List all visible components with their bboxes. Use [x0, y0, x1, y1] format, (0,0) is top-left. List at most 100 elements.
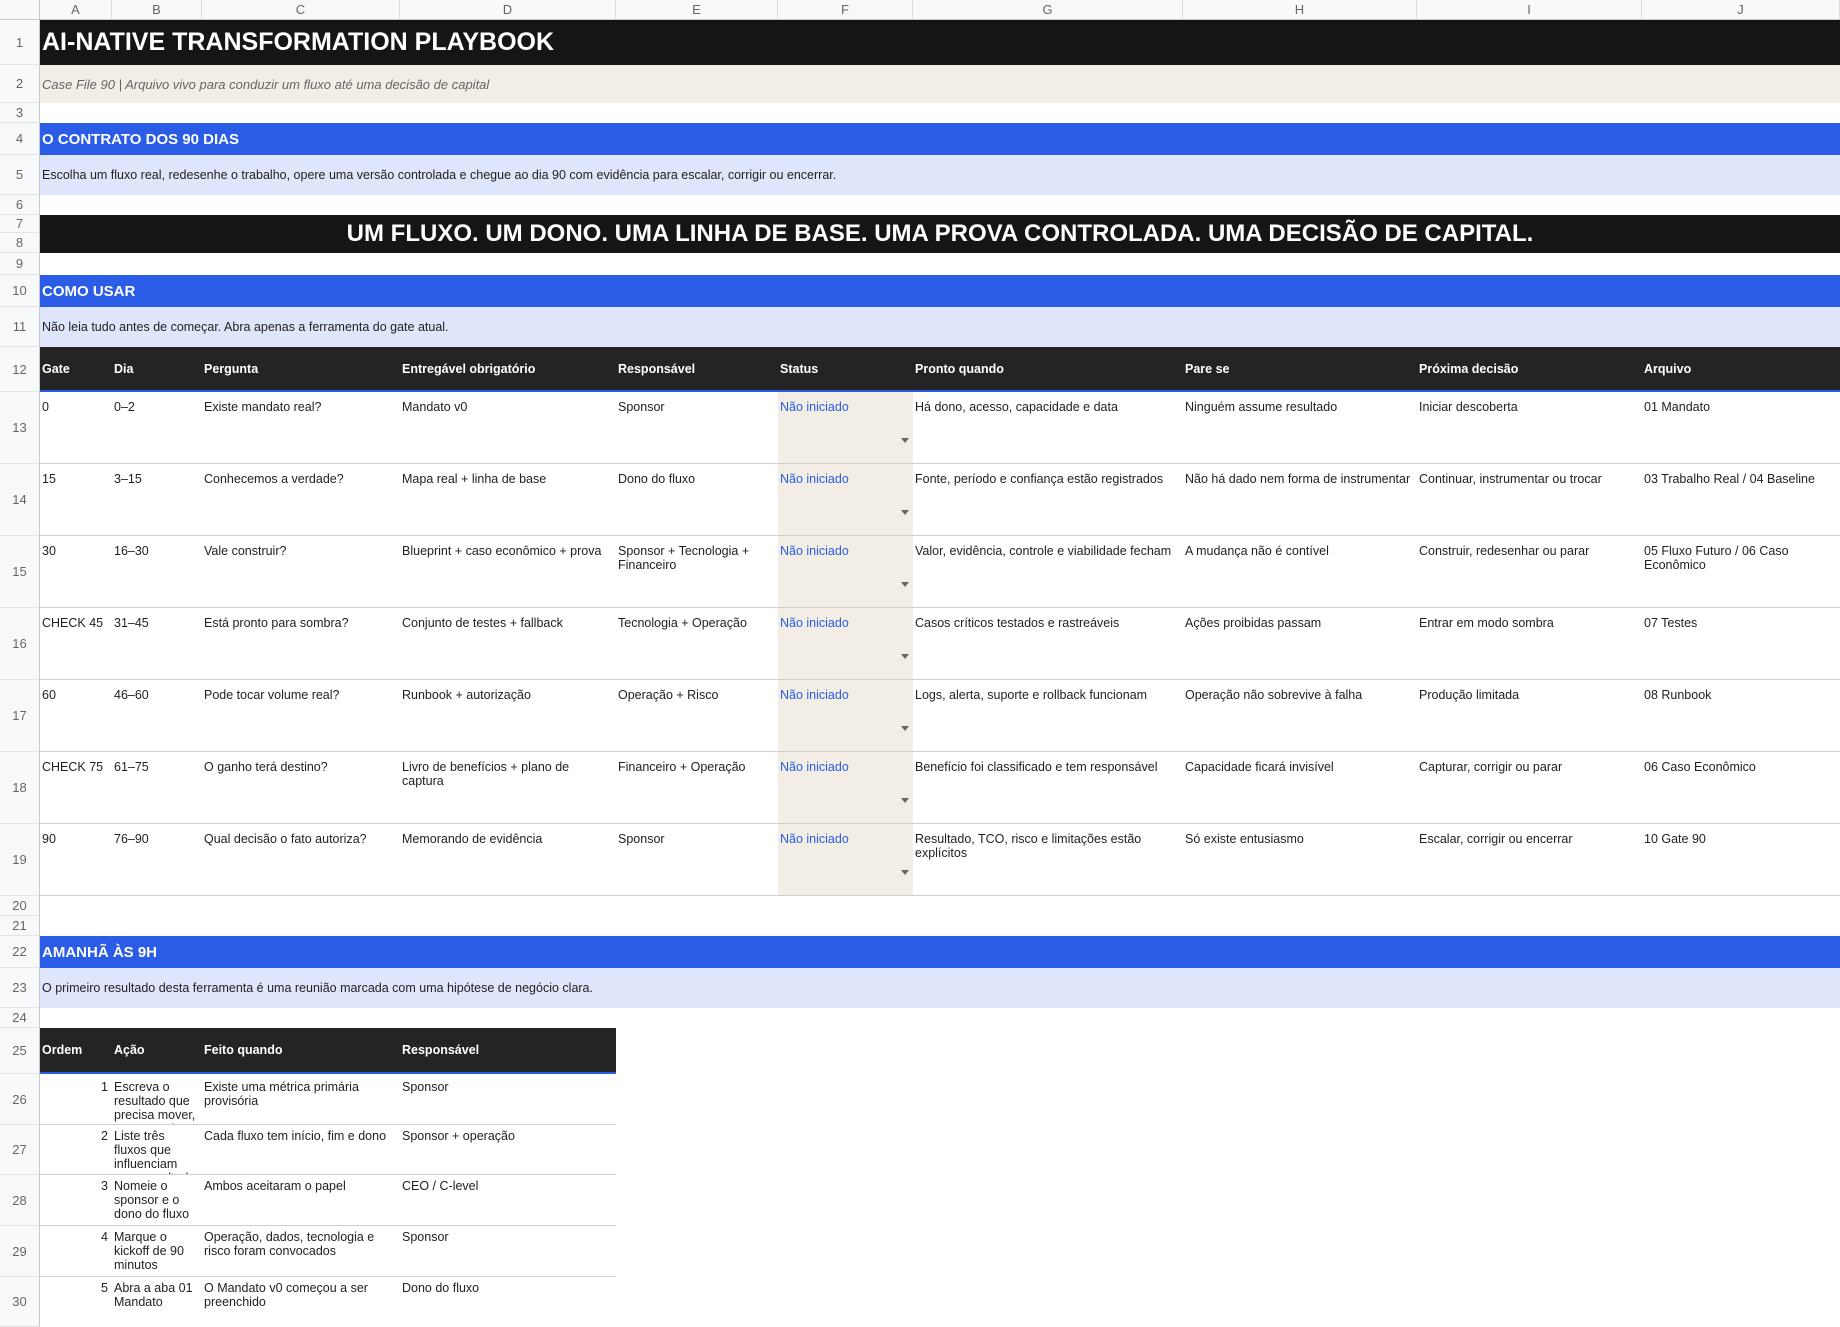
row-header-17[interactable]: 17	[0, 680, 40, 752]
row-header-30[interactable]: 30	[0, 1277, 40, 1327]
dropdown-caret-icon[interactable]	[901, 798, 909, 803]
cell-feito-quando[interactable]: Operação, dados, tecnologia e risco fora…	[202, 1226, 400, 1276]
row-header-28[interactable]: 28	[0, 1175, 40, 1226]
cell-pare-se[interactable]: Operação não sobrevive à falha	[1183, 680, 1417, 751]
status-dropdown[interactable]: Não iniciado	[778, 824, 913, 895]
banner-statement[interactable]: UM FLUXO. UM DONO. UMA LINHA DE BASE. UM…	[40, 215, 1840, 253]
cell-pronto-quando[interactable]: Benefício foi classificado e tem respons…	[913, 752, 1183, 823]
status-dropdown[interactable]: Não iniciado	[778, 392, 913, 463]
cell-entregavel[interactable]: Mapa real + linha de base	[400, 464, 616, 535]
cell-responsavel-acao[interactable]: Sponsor + operação	[400, 1125, 616, 1174]
column-header-i[interactable]: I	[1417, 0, 1642, 20]
page-title[interactable]: AI-NATIVE TRANSFORMATION PLAYBOOK	[40, 20, 1840, 65]
cell-gate[interactable]: CHECK 75	[40, 752, 112, 823]
cell-gate[interactable]: 0	[40, 392, 112, 463]
row-header-18[interactable]: 18	[0, 752, 40, 824]
header-responsavel[interactable]: Responsável	[616, 347, 778, 390]
cell-ordem[interactable]: 5	[40, 1277, 112, 1327]
cell-responsavel-acao[interactable]: Sponsor	[400, 1074, 616, 1124]
cell-arquivo[interactable]: 03 Trabalho Real / 04 Baseline	[1642, 464, 1840, 535]
section-heading-how-to[interactable]: COMO USAR	[40, 275, 1840, 307]
header-responsavel-acao[interactable]: Responsável	[400, 1028, 616, 1072]
cell-ordem[interactable]: 1	[40, 1074, 112, 1124]
cell-acao[interactable]: Marque o kickoff de 90 minutos	[112, 1226, 202, 1276]
row-header-5[interactable]: 5	[0, 155, 40, 195]
cell-pare-se[interactable]: Capacidade ficará invisível	[1183, 752, 1417, 823]
cell-pergunta[interactable]: Existe mandato real?	[202, 392, 400, 463]
section-text-contract[interactable]: Escolha um fluxo real, redesenhe o traba…	[40, 155, 1840, 195]
cell-entregavel[interactable]: Blueprint + caso econômico + prova	[400, 536, 616, 607]
cell-dia[interactable]: 0–2	[112, 392, 202, 463]
cell-arquivo[interactable]: 01 Mandato	[1642, 392, 1840, 463]
cell-proxima-decisao[interactable]: Continuar, instrumentar ou trocar	[1417, 464, 1642, 535]
dropdown-caret-icon[interactable]	[901, 510, 909, 515]
cell-gate[interactable]: 30	[40, 536, 112, 607]
cell-acao[interactable]: Liste três fluxos que influenciam esse r…	[112, 1125, 202, 1174]
status-dropdown[interactable]: Não iniciado	[778, 752, 913, 823]
header-pronto-quando[interactable]: Pronto quando	[913, 347, 1183, 390]
section-heading-contract[interactable]: O CONTRATO DOS 90 DIAS	[40, 123, 1840, 155]
row-header-20[interactable]: 20	[0, 896, 40, 916]
row-header-26[interactable]: 26	[0, 1074, 40, 1125]
cell-proxima-decisao[interactable]: Escalar, corrigir ou encerrar	[1417, 824, 1642, 895]
row-header-4[interactable]: 4	[0, 123, 40, 155]
cell-entregavel[interactable]: Conjunto de testes + fallback	[400, 608, 616, 679]
cell-pergunta[interactable]: Conhecemos a verdade?	[202, 464, 400, 535]
cell-proxima-decisao[interactable]: Construir, redesenhar ou parar	[1417, 536, 1642, 607]
cell-acao[interactable]: Abra a aba 01 Mandato	[112, 1277, 202, 1327]
column-header-h[interactable]: H	[1183, 0, 1417, 20]
cell-entregavel[interactable]: Runbook + autorização	[400, 680, 616, 751]
status-dropdown[interactable]: Não iniciado	[778, 536, 913, 607]
row-header-15[interactable]: 15	[0, 536, 40, 608]
dropdown-caret-icon[interactable]	[901, 582, 909, 587]
header-feito-quando[interactable]: Feito quando	[202, 1028, 400, 1072]
cell-arquivo[interactable]: 06 Caso Econômico	[1642, 752, 1840, 823]
cell-pare-se[interactable]: Ações proibidas passam	[1183, 608, 1417, 679]
cell-responsavel[interactable]: Financeiro + Operação	[616, 752, 778, 823]
row-header-9[interactable]: 9	[0, 253, 40, 275]
row-header-16[interactable]: 16	[0, 608, 40, 680]
cell-dia[interactable]: 76–90	[112, 824, 202, 895]
row-header-11[interactable]: 11	[0, 307, 40, 347]
column-header-a[interactable]: A	[40, 0, 112, 20]
header-entregavel[interactable]: Entregável obrigatório	[400, 347, 616, 390]
status-dropdown[interactable]: Não iniciado	[778, 608, 913, 679]
column-header-e[interactable]: E	[616, 0, 778, 20]
column-header-f[interactable]: F	[778, 0, 913, 20]
section-text-how-to[interactable]: Não leia tudo antes de começar. Abra ape…	[40, 307, 1840, 347]
header-pare-se[interactable]: Pare se	[1183, 347, 1417, 390]
column-header-g[interactable]: G	[913, 0, 1183, 20]
header-dia[interactable]: Dia	[112, 347, 202, 390]
cell-responsavel-acao[interactable]: Dono do fluxo	[400, 1277, 616, 1327]
header-status[interactable]: Status	[778, 347, 913, 390]
row-header-24[interactable]: 24	[0, 1008, 40, 1028]
cell-proxima-decisao[interactable]: Capturar, corrigir ou parar	[1417, 752, 1642, 823]
cell-dia[interactable]: 31–45	[112, 608, 202, 679]
cell-ordem[interactable]: 3	[40, 1175, 112, 1225]
section-heading-tomorrow[interactable]: AMANHÃ ÀS 9H	[40, 936, 1840, 968]
row-header-27[interactable]: 27	[0, 1125, 40, 1175]
cell-pronto-quando[interactable]: Logs, alerta, suporte e rollback funcion…	[913, 680, 1183, 751]
row-header-14[interactable]: 14	[0, 464, 40, 536]
cell-gate[interactable]: 60	[40, 680, 112, 751]
select-all-corner[interactable]	[0, 0, 40, 20]
row-header-23[interactable]: 23	[0, 968, 40, 1008]
dropdown-caret-icon[interactable]	[901, 870, 909, 875]
cell-responsavel[interactable]: Sponsor	[616, 392, 778, 463]
dropdown-caret-icon[interactable]	[901, 438, 909, 443]
row-header-7[interactable]: 7	[0, 215, 40, 233]
cell-arquivo[interactable]: 05 Fluxo Futuro / 06 Caso Econômico	[1642, 536, 1840, 607]
cell-pare-se[interactable]: Não há dado nem forma de instrumentar	[1183, 464, 1417, 535]
cell-dia[interactable]: 16–30	[112, 536, 202, 607]
cell-feito-quando[interactable]: Existe uma métrica primária provisória	[202, 1074, 400, 1124]
cell-acao[interactable]: Nomeie o sponsor e o dono do fluxo	[112, 1175, 202, 1225]
row-header-13[interactable]: 13	[0, 392, 40, 464]
row-header-3[interactable]: 3	[0, 103, 40, 123]
cell-arquivo[interactable]: 07 Testes	[1642, 608, 1840, 679]
header-proxima-decisao[interactable]: Próxima decisão	[1417, 347, 1642, 390]
cell-responsavel-acao[interactable]: Sponsor	[400, 1226, 616, 1276]
cell-responsavel[interactable]: Dono do fluxo	[616, 464, 778, 535]
status-dropdown[interactable]: Não iniciado	[778, 680, 913, 751]
cell-proxima-decisao[interactable]: Produção limitada	[1417, 680, 1642, 751]
cell-pronto-quando[interactable]: Valor, evidência, controle e viabilidade…	[913, 536, 1183, 607]
